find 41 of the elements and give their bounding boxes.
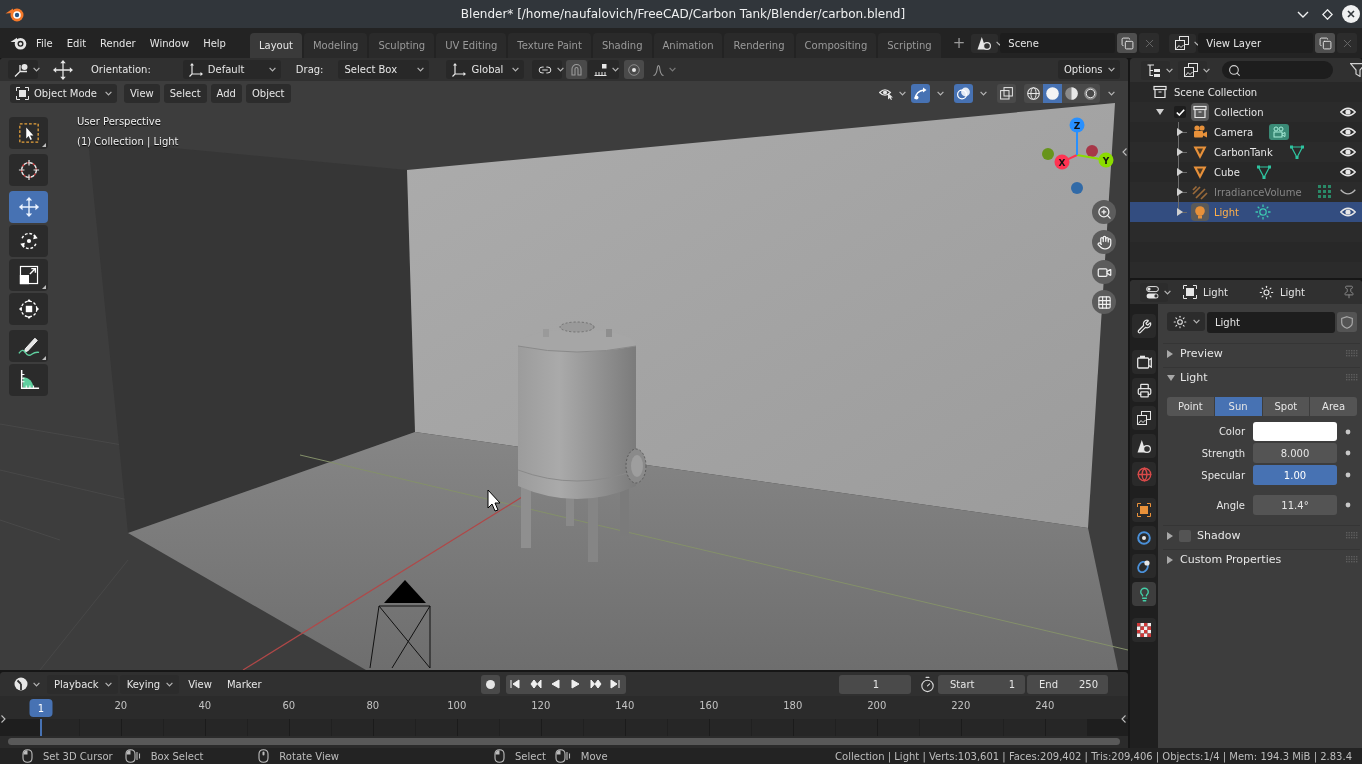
frame-number: 240 [1035, 700, 1055, 711]
orientation-label: Orientation: [91, 64, 151, 75]
property-label: Specular [1200, 469, 1245, 481]
frame-number: 120 [531, 700, 551, 711]
breadcrumb-data: Light [1279, 286, 1305, 298]
frame-number: 40 [198, 700, 212, 711]
shortcut-hint: Move [580, 750, 608, 762]
frame-number: 20 [114, 700, 128, 711]
frame-number: 160 [699, 700, 719, 711]
field-value: 250 [1078, 678, 1098, 690]
frame-number: 140 [615, 700, 635, 711]
item-name: Collection [1214, 106, 1264, 118]
viewport-info-text: User Perspective [77, 115, 162, 129]
field-value: 1 [1008, 678, 1015, 690]
frame-number: 100 [447, 700, 467, 711]
shortcut-hint: Select [515, 750, 546, 762]
drag-label: Drag: [295, 64, 324, 75]
item-name: Scene Collection [1174, 86, 1258, 98]
property-label: Color [1217, 426, 1245, 437]
breadcrumb-object: Light [1203, 286, 1228, 298]
frame-number: 200 [867, 700, 887, 711]
slider-value: 1.00 [1283, 469, 1307, 481]
property-label: Strength [1200, 447, 1245, 459]
window-title: Blender* [/home/naufalovich/FreeCAD/Carbon Tank/Blender/carbon.blend] [460, 7, 906, 21]
item-name: Cube [1214, 166, 1240, 178]
shortcut-hint: Set 3D Cursor [43, 750, 113, 762]
item-name: Light [1214, 206, 1239, 218]
property-label: Angle [1215, 499, 1245, 511]
frame-number: 180 [783, 700, 803, 711]
field-label: Start [950, 678, 975, 690]
frame-number: 220 [951, 700, 971, 711]
item-name: CarbonTank [1214, 146, 1273, 158]
scene-statistics: Collection | Light | Verts:103,601 | Faces:209,402 | Tris:209,406 | Objects:1/4 | Mem: 194.3 MiB | 2.83.4 [835, 750, 1352, 762]
viewport-info-text: (1) Collection | Light [77, 135, 179, 150]
shortcut-hint: Box Select [150, 750, 204, 762]
item-name: IrradianceVolume [1214, 186, 1302, 198]
field-label: End [1039, 678, 1058, 690]
frame-number: 80 [366, 700, 380, 711]
item-name: Camera [1214, 126, 1254, 138]
shortcut-hint: Rotate View [279, 750, 339, 762]
frame-number: 60 [282, 700, 296, 711]
